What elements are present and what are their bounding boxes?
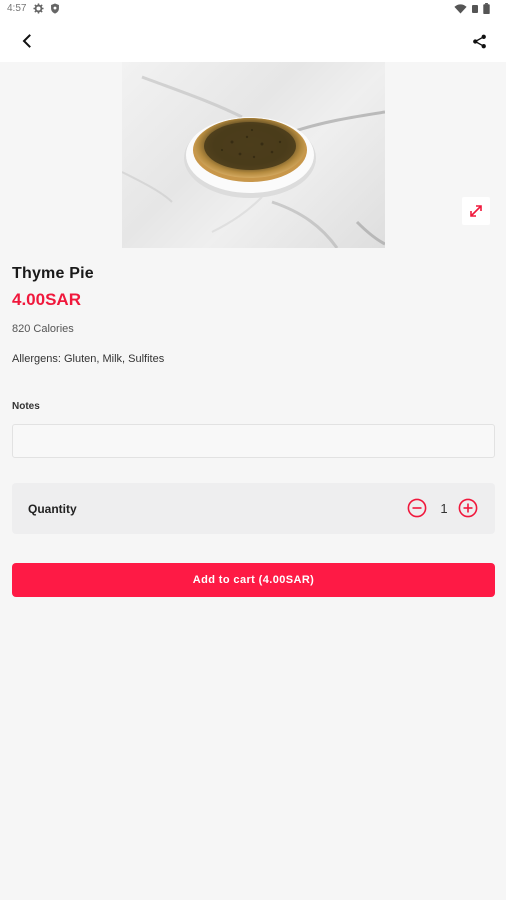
back-button[interactable] [14,28,40,54]
settings-icon [33,3,44,14]
minus-circle-icon[interactable] [407,498,427,518]
wifi-icon [454,3,467,14]
status-time: 4:57 [7,3,27,14]
status-bar: 4:57 [0,0,506,18]
product-name: Thyme Pie [12,265,94,282]
status-right-icons [454,3,490,14]
quantity-card: Quantity 1 [12,483,495,534]
add-to-cart-button[interactable]: Add to cart (4.00SAR) [12,563,495,597]
product-price: 4.00SAR [12,290,81,309]
expand-image-button[interactable] [462,197,490,225]
notes-input[interactable] [12,424,495,458]
expand-icon [470,205,482,217]
share-button[interactable] [466,28,492,54]
shield-icon [51,3,59,14]
share-icon [472,34,486,48]
notes-label: Notes [12,401,40,412]
status-left-icons [33,3,60,14]
product-photo [122,75,385,248]
quantity-label: Quantity [28,502,77,516]
battery-icon [483,3,490,14]
app-bar [0,18,506,62]
calories-text: 820 Calories [12,323,74,335]
quantity-value: 1 [440,501,448,516]
small-signal-icon [472,4,478,13]
plus-circle-icon[interactable] [458,498,478,518]
product-image [122,62,385,248]
allergens-text: Allergens: Gluten, Milk, Sulfites [12,353,165,365]
back-arrow-icon [22,34,31,48]
